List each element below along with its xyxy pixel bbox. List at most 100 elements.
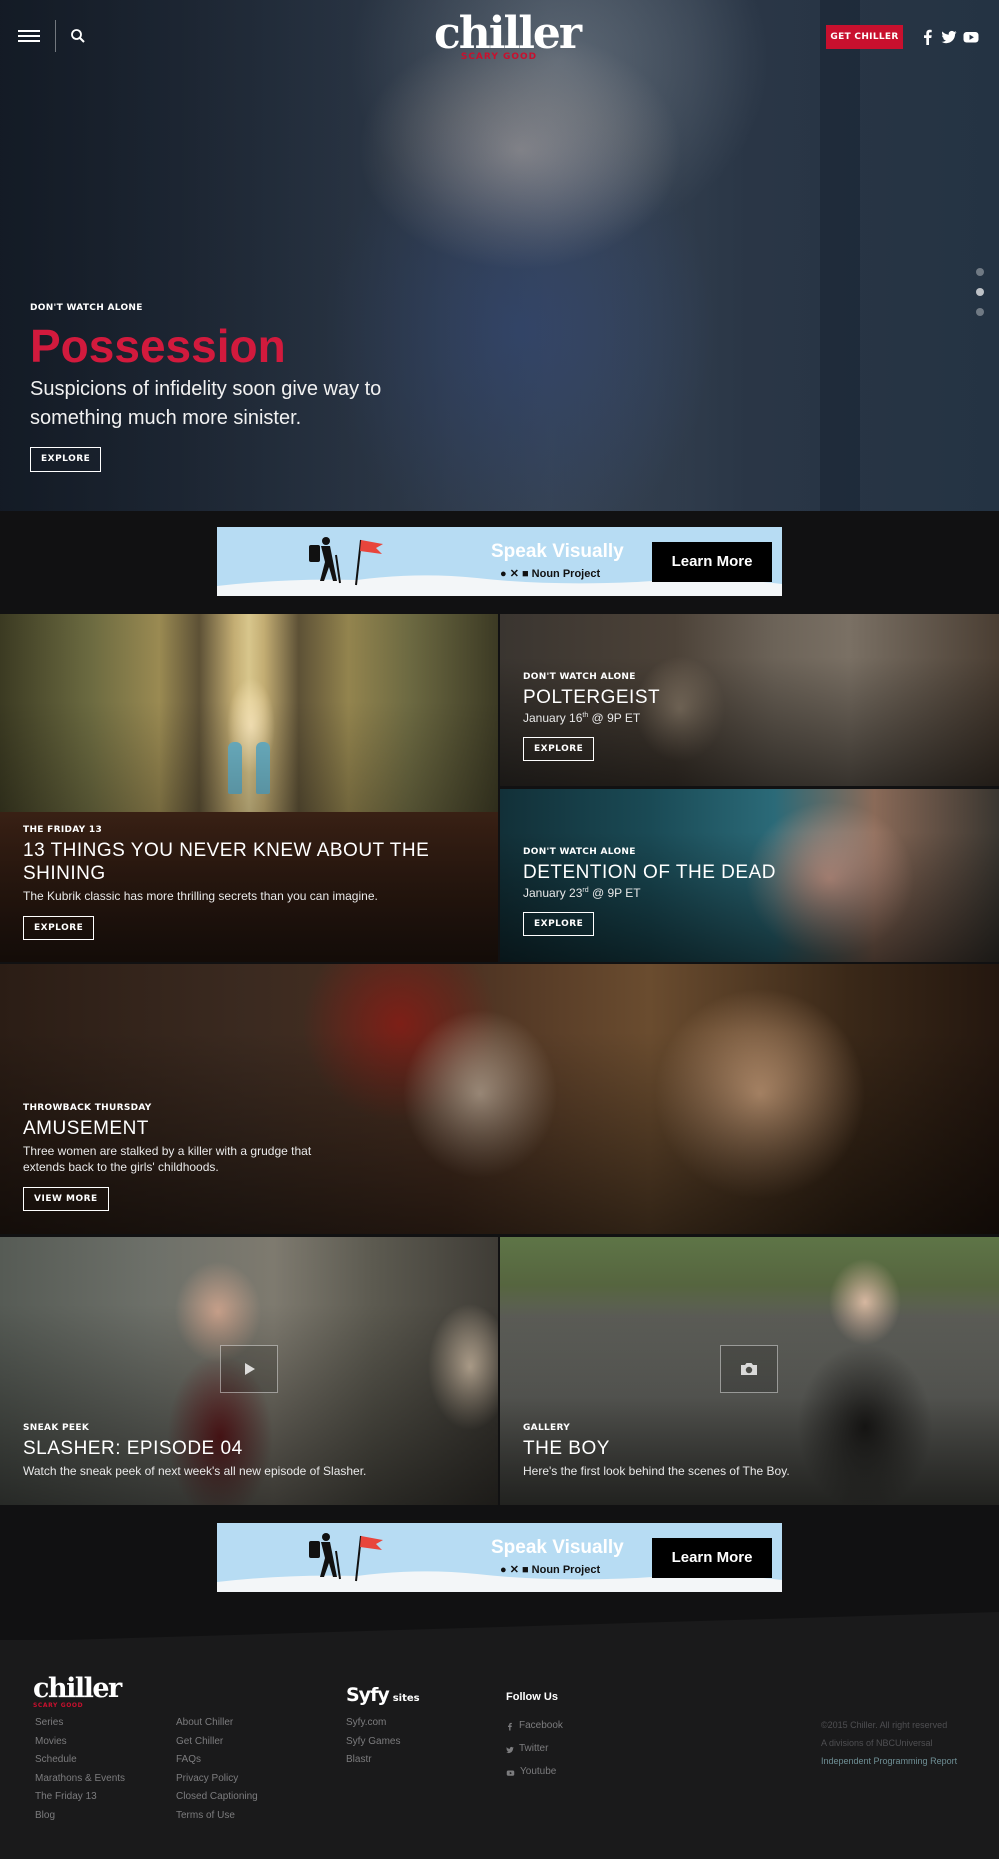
tile-title-line2: SHINING: [23, 863, 106, 884]
division-text: A divisions of NBCUniversal: [821, 1738, 933, 1748]
footer-link-syfy-games[interactable]: Syfy Games: [346, 1733, 400, 1752]
tile-explore-button[interactable]: EXPLORE: [23, 916, 95, 940]
airdate-time: @ 9P ET: [588, 711, 641, 725]
syfy-logo: Syfy: [346, 1684, 390, 1706]
ad-learn-more-button[interactable]: Learn More: [652, 542, 772, 582]
footer-link-blog[interactable]: Blog: [35, 1807, 125, 1826]
footer-legal: ©2015 Chiller. All right reserved A divi…: [821, 1716, 957, 1770]
footer-youtube-link[interactable]: Youtube: [506, 1761, 563, 1784]
ad-banner-top[interactable]: Speak Visually ● ✕ ■ Noun Project Learn …: [217, 527, 782, 596]
tile-description: Here's the first look behind the scenes …: [523, 1464, 790, 1478]
footer-link-series[interactable]: Series: [35, 1714, 125, 1733]
hiker-flag-icon: [309, 537, 383, 586]
twitter-icon[interactable]: [941, 29, 957, 45]
footer-slant: [0, 1612, 999, 1642]
hiker-flag-icon: [309, 1533, 383, 1582]
ad-headline: Speak Visually: [491, 1537, 624, 1558]
programming-report-link[interactable]: Independent Programming Report: [821, 1752, 957, 1770]
carousel-dot-1[interactable]: [976, 268, 984, 276]
footer-links-about: About Chiller Get Chiller FAQs Privacy P…: [176, 1714, 258, 1826]
footer-twitter-link[interactable]: Twitter: [506, 1738, 563, 1761]
footer-link-terms[interactable]: Terms of Use: [176, 1807, 258, 1826]
tile-title[interactable]: DETENTION OF THE DEAD: [523, 861, 776, 884]
carousel-dot-3[interactable]: [976, 308, 984, 316]
footer-youtube-label: Youtube: [520, 1766, 557, 1778]
tile-content: THE FRIDAY 13 13 THINGS YOU NEVER KNEW A…: [23, 825, 429, 940]
footer-links-syfy: Syfy.com Syfy Games Blastr: [346, 1714, 400, 1770]
tile-shining[interactable]: THE FRIDAY 13 13 THINGS YOU NEVER KNEW A…: [0, 614, 498, 962]
tile-title[interactable]: THE BOY: [523, 1437, 790, 1460]
footer-link-movies[interactable]: Movies: [35, 1733, 125, 1752]
tile-description-line2: extends back to the girls' childhoods.: [23, 1160, 219, 1174]
footer-link-syfy-com[interactable]: Syfy.com: [346, 1714, 400, 1733]
facebook-icon[interactable]: [920, 29, 936, 45]
tile-title[interactable]: POLTERGEIST: [523, 686, 660, 709]
tile-explore-button[interactable]: EXPLORE: [523, 912, 595, 936]
logo-wordmark: chiller: [434, 8, 582, 59]
twitter-icon: [506, 1746, 514, 1753]
follow-us-heading: Follow Us: [506, 1691, 558, 1703]
hero-description-line2: something much more sinister.: [30, 407, 302, 429]
footer-link-get-chiller[interactable]: Get Chiller: [176, 1733, 258, 1752]
footer-link-blastr[interactable]: Blastr: [346, 1751, 400, 1770]
search-icon[interactable]: [70, 28, 86, 44]
tile-poltergeist[interactable]: DON'T WATCH ALONE POLTERGEIST January 16…: [500, 614, 999, 786]
hamburger-menu-icon[interactable]: [18, 30, 40, 43]
footer-facebook-link[interactable]: Facebook: [506, 1715, 563, 1738]
hero-explore-button[interactable]: EXPLORE: [30, 447, 102, 472]
chiller-logo[interactable]: chiller SCARY GOOD: [434, 8, 582, 70]
nav-divider: [55, 20, 56, 52]
airdate-time: @ 9P ET: [588, 886, 641, 900]
footer-link-marathons[interactable]: Marathons & Events: [35, 1770, 125, 1789]
hero-title[interactable]: Possession: [30, 319, 450, 373]
tile-content: DON'T WATCH ALONE POLTERGEIST January 16…: [523, 672, 660, 761]
tile-the-boy[interactable]: GALLERY THE BOY Here's the first look be…: [500, 1237, 999, 1505]
footer-links-chiller: Series Movies Schedule Marathons & Event…: [35, 1714, 125, 1826]
carousel-dots: [976, 268, 984, 328]
tile-content: GALLERY THE BOY Here's the first look be…: [523, 1423, 790, 1479]
hero-background-detail: [820, 0, 860, 511]
tile-title-line1: 13 THINGS YOU NEVER KNEW ABOUT THE: [23, 840, 430, 861]
syfy-sites-label: sites: [392, 1693, 420, 1704]
ad-banner-bottom[interactable]: Speak Visually ● ✕ ■ Noun Project Learn …: [217, 1523, 782, 1592]
hero-kicker: DON'T WATCH ALONE: [30, 303, 143, 313]
tile-airdate: January 16th @ 9P ET: [523, 711, 660, 725]
footer-twitter-label: Twitter: [519, 1743, 549, 1755]
tile-content: THROWBACK THURSDAY AMUSEMENT Three women…: [23, 1103, 311, 1211]
tile-kicker: DON'T WATCH ALONE: [523, 672, 636, 682]
footer-link-faqs[interactable]: FAQs: [176, 1751, 258, 1770]
footer-link-schedule[interactable]: Schedule: [35, 1751, 125, 1770]
get-chiller-button[interactable]: GET CHILLER: [826, 25, 903, 49]
camera-icon: [741, 1363, 757, 1375]
play-icon: [245, 1363, 255, 1375]
tile-explore-button[interactable]: EXPLORE: [523, 737, 595, 761]
tile-title[interactable]: 13 THINGS YOU NEVER KNEW ABOUT THE SHINI…: [23, 839, 429, 885]
footer-link-captioning[interactable]: Closed Captioning: [176, 1788, 258, 1807]
tile-kicker: DON'T WATCH ALONE: [523, 847, 636, 857]
play-video-button[interactable]: [220, 1345, 278, 1393]
ad-headline: Speak Visually: [491, 541, 624, 562]
footer-link-privacy[interactable]: Privacy Policy: [176, 1770, 258, 1789]
carousel-dot-2[interactable]: [976, 288, 984, 296]
tile-description: The Kubrik classic has more thrilling se…: [23, 889, 378, 903]
tile-slasher[interactable]: SNEAK PEEK SLASHER: EPISODE 04 Watch the…: [0, 1237, 498, 1505]
tile-title[interactable]: SLASHER: EPISODE 04: [23, 1437, 366, 1460]
tile-detention-of-the-dead[interactable]: DON'T WATCH ALONE DETENTION OF THE DEAD …: [500, 789, 999, 962]
tile-description: Three women are stalked by a killer with…: [23, 1143, 311, 1175]
youtube-icon[interactable]: [963, 29, 979, 45]
ad-learn-more-button[interactable]: Learn More: [652, 1538, 772, 1578]
ad-brand: ● ✕ ■ Noun Project: [500, 1564, 601, 1576]
ad-brand: ● ✕ ■ Noun Project: [500, 568, 601, 580]
tile-content: SNEAK PEEK SLASHER: EPISODE 04 Watch the…: [23, 1423, 366, 1479]
footer-link-friday-13[interactable]: The Friday 13: [35, 1788, 125, 1807]
tile-view-more-button[interactable]: VIEW MORE: [23, 1187, 109, 1211]
tile-amusement[interactable]: THROWBACK THURSDAY AMUSEMENT Three women…: [0, 964, 999, 1234]
footer-link-about[interactable]: About Chiller: [176, 1714, 258, 1733]
tile-description: Watch the sneak peek of next week's all …: [23, 1464, 367, 1478]
syfy-sites-logo: Syfy sites: [346, 1684, 420, 1706]
tile-title[interactable]: AMUSEMENT: [23, 1117, 311, 1140]
footer-social-links: Facebook Twitter Youtube: [506, 1715, 563, 1784]
tile-kicker: THROWBACK THURSDAY: [23, 1103, 152, 1113]
footer-chiller-logo[interactable]: chiller SCARY GOOD: [33, 1675, 122, 1709]
open-gallery-button[interactable]: [720, 1345, 778, 1393]
